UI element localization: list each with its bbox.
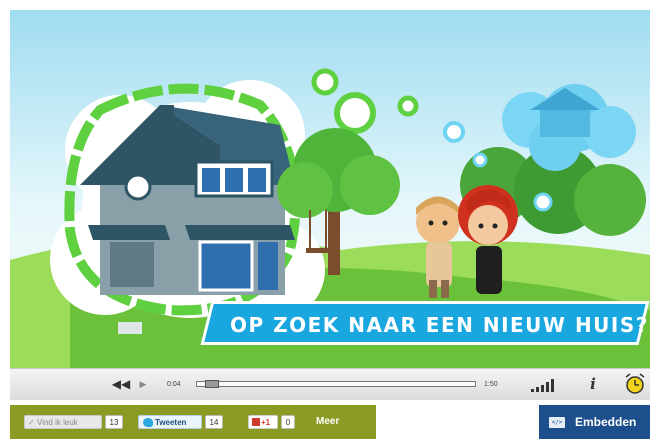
rewind-icon[interactable]: ◀◀ [110, 369, 132, 400]
tweet-count: 14 [205, 415, 223, 429]
info-icon[interactable]: i [586, 369, 600, 400]
more-link[interactable]: Meer [316, 415, 360, 429]
like-button[interactable]: ✓ Vind ik leuk [24, 415, 102, 429]
tweet-label: Tweeten [155, 418, 187, 427]
clock-icon[interactable] [624, 373, 646, 395]
google-plus-icon [252, 418, 260, 426]
embed-label: Embedden [575, 415, 637, 429]
volume-icon[interactable] [531, 378, 557, 392]
tweet-button[interactable]: Tweeten [138, 415, 202, 429]
player-controls: ◀◀ ▶ 0:04 1:50 i [10, 368, 650, 400]
embed-button[interactable]: </> Embedden [539, 405, 650, 439]
thought-bubble-1 [334, 92, 376, 134]
check-icon: ✓ [28, 418, 35, 427]
current-time: 0:04 [167, 381, 181, 388]
like-count: 13 [105, 415, 123, 429]
like-label: Vind ik leuk [37, 418, 78, 427]
social-bar: ✓ Vind ik leuk 13 Tweeten 14 +1 0 Meer [10, 405, 376, 439]
embed-code-icon: </> [549, 417, 565, 428]
seek-handle[interactable] [205, 380, 219, 388]
gplus-label: +1 [261, 418, 271, 427]
banner-title: OP ZOEK NAAR EEN NIEUW HUIS? [230, 313, 649, 337]
seek-bar[interactable] [196, 380, 476, 388]
gplus-count: 0 [281, 415, 295, 429]
total-time: 1:50 [484, 381, 498, 388]
small-sign [118, 322, 142, 334]
gplus-button[interactable]: +1 [248, 415, 278, 429]
twitter-bird-icon [143, 418, 153, 427]
play-icon[interactable]: ▶ [136, 369, 150, 400]
